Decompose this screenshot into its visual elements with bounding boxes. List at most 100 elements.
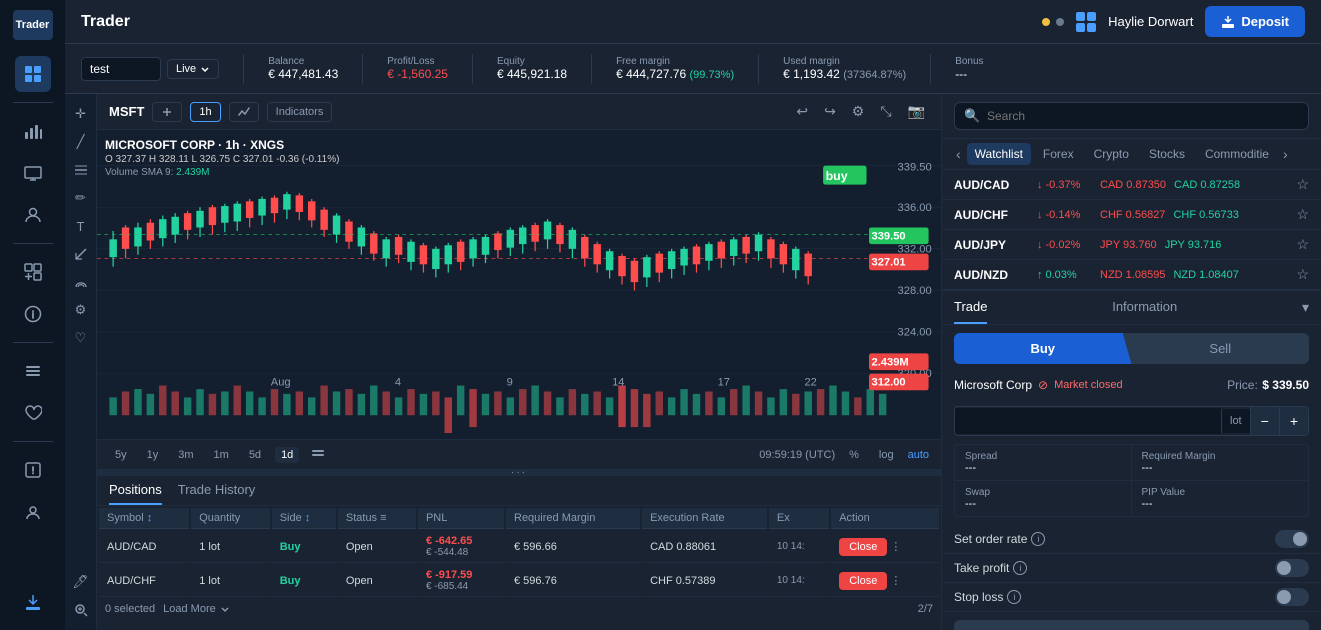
deposit-button[interactable]: Deposit [1205,6,1305,37]
asset-name: Microsoft Corp [954,378,1032,392]
market-tab-commodities[interactable]: Commoditie [1197,143,1277,165]
line-tool[interactable]: ╱ [69,130,93,154]
price-label: Price: [1227,378,1258,392]
market-tab-forex[interactable]: Forex [1035,143,1082,165]
cell-action[interactable]: Close ⋮ [831,531,939,563]
market-tabs: ‹ Watchlist Forex Crypto Stocks Commodit… [942,139,1321,170]
lot-decrease-button[interactable]: − [1250,407,1279,435]
cell-ex: 10 14: [769,565,829,597]
tab-history[interactable]: Trade History [178,482,256,505]
sidebar-icon-info[interactable] [15,296,51,332]
lot-increase-button[interactable]: + [1279,407,1308,435]
account-name-input[interactable] [81,57,161,81]
cell-status: Open [338,565,416,597]
sidebar-icon-settings[interactable] [15,353,51,389]
timeframe-5y[interactable]: 5y [109,447,133,463]
stop-loss-toggle[interactable] [1275,588,1309,606]
timeframe-5d[interactable]: 5d [243,447,267,463]
sidebar-icon-chart[interactable] [15,113,51,149]
camera-button[interactable]: 📷 [904,101,929,122]
pct-toggle[interactable]: % [843,447,865,463]
watchlist-row-audnzd[interactable]: AUD/NZD ↑ 0.03% NZD 1.08595 NZD 1.08407 … [942,260,1321,290]
live-badge[interactable]: Live [167,59,219,79]
trade-tabs: Trade Information ▾ [942,291,1321,325]
set-order-rate-row: Set order rate i [942,525,1321,554]
sidebar-icon-bottom[interactable] [15,584,51,620]
chart-toolbar: MSFT 1h Indicators ↩ ↪ ⚙ ⤡ 📷 [97,94,941,130]
set-order-toggle[interactable] [1275,530,1309,548]
arrow-down-icon: ↓ [1037,239,1043,251]
fibonacci-tool[interactable] [69,270,93,294]
account-selector[interactable]: Live [81,57,219,81]
search-input[interactable] [954,102,1309,130]
col-pnl: PNL [418,508,504,529]
log-toggle[interactable]: log [873,447,900,463]
sidebar-icon-screen[interactable] [15,155,51,191]
sidebar-icon-alert[interactable] [15,452,51,488]
col-action: Action [831,508,939,529]
action-dots-2[interactable]: ⋮ [890,575,901,587]
star-icon-audcad[interactable]: ☆ [1296,176,1309,193]
compare-button[interactable] [229,102,259,122]
redo-button[interactable]: ↪ [820,101,840,122]
market-tabs-next-button[interactable]: › [1281,144,1290,164]
star-icon-audchf[interactable]: ☆ [1296,206,1309,223]
close-position-2-button[interactable]: Close [839,572,887,590]
auto-scale[interactable]: auto [908,449,929,461]
settings-button[interactable]: ⚙ [848,101,869,122]
watchlist-row-audchf[interactable]: AUD/CHF ↓ -0.14% CHF 0.56827 CHF 0.56733… [942,200,1321,230]
measure-tool[interactable] [69,242,93,266]
take-profit-info-icon: i [1013,561,1027,575]
sidebar-icon-heart[interactable] [15,395,51,431]
star-icon-audjpy[interactable]: ☆ [1296,236,1309,253]
undo-button[interactable]: ↩ [792,101,812,122]
market-tabs-prev-button[interactable]: ‹ [954,144,963,164]
fullscreen-button[interactable]: ⤡ [876,101,895,122]
star-icon-audnzd[interactable]: ☆ [1296,266,1309,283]
settings-tool[interactable]: ⚙ [69,298,93,322]
add-symbol-button[interactable] [152,102,182,122]
watchlist-row-audcad[interactable]: AUD/CAD ↓ -0.37% CAD 0.87350 CAD 0.87258… [942,170,1321,200]
timeframe-1y[interactable]: 1y [141,447,165,463]
load-more-button[interactable]: Load More [163,603,230,615]
lot-input[interactable] [955,408,1221,434]
text-tool[interactable]: T [69,214,93,238]
tab-information[interactable]: Information [1112,291,1177,324]
sidebar-icon-person[interactable] [15,197,51,233]
heart-tool[interactable]: ♡ [69,326,93,350]
draw-tool[interactable]: ✏ [69,186,93,210]
sidebar-icon-squares[interactable] [15,254,51,290]
zoom-tool[interactable] [69,598,93,622]
search-icon: 🔍 [964,108,980,124]
buy-final-button[interactable]: Buy [954,620,1309,630]
tab-positions[interactable]: Positions [109,482,162,505]
trade-panel-chevron[interactable]: ▾ [1302,299,1309,316]
tab-trade[interactable]: Trade [954,291,987,324]
watchlist-row-audjpy[interactable]: AUD/JPY ↓ -0.02% JPY 93.760 JPY 93.716 ☆ [942,230,1321,260]
indicators-button[interactable]: Indicators [267,102,333,122]
sidebar-icon-user2[interactable] [15,494,51,530]
cell-action[interactable]: Close ⋮ [831,565,939,597]
timeframe-1d[interactable]: 1d [275,447,299,463]
timeframe-1h-button[interactable]: 1h [190,102,220,122]
pencil-tool[interactable]: 🖊 [69,570,93,594]
action-dots-1[interactable]: ⋮ [890,541,901,553]
sidebar-icon-grid[interactable] [15,56,51,92]
close-position-1-button[interactable]: Close [839,538,887,556]
svg-text:336.00: 336.00 [898,202,932,214]
sidebar-divider-1 [13,102,53,103]
market-tab-stocks[interactable]: Stocks [1141,143,1193,165]
metric-req-margin: Required Margin --- [1132,445,1309,481]
timeframe-3m[interactable]: 3m [172,447,199,463]
timeframe-1m[interactable]: 1m [208,447,235,463]
market-tab-watchlist[interactable]: Watchlist [967,143,1031,165]
svg-text:17: 17 [718,377,730,389]
horizontal-tool[interactable] [69,158,93,182]
buy-main-button[interactable]: Buy [954,333,1132,364]
take-profit-toggle[interactable] [1275,559,1309,577]
more-timeframes-btn[interactable] [307,444,329,465]
avatar-grid [1076,12,1096,32]
market-tab-crypto[interactable]: Crypto [1086,143,1137,165]
crosshair-tool[interactable]: ✛ [69,102,93,126]
sell-main-button[interactable]: Sell [1132,333,1310,364]
